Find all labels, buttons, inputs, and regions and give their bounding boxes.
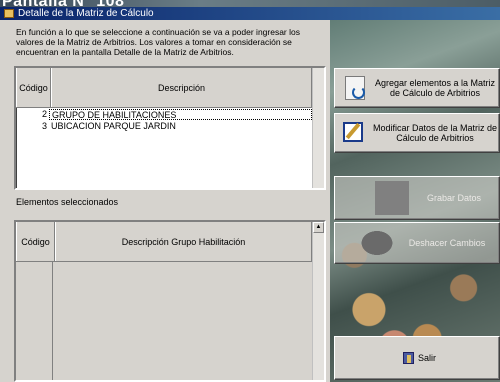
undo-changes-button[interactable]: Deshacer Cambios <box>334 222 500 264</box>
selected-elements-label: Elementos seleccionados <box>14 193 326 211</box>
window-titlebar: Detalle de la Matriz de Cálculo <box>0 7 500 20</box>
intro-text: En función a lo que se seleccione a cont… <box>14 26 319 58</box>
modify-data-button[interactable]: Modificar Datos de la Matriz de Cálculo … <box>334 113 500 153</box>
add-elements-button[interactable]: Agregar elementos a la Matriz de Cálculo… <box>334 68 500 108</box>
row-description: UBICACION PARQUE JARDIN <box>51 121 176 131</box>
app-icon <box>4 9 14 18</box>
vertical-scrollbar[interactable]: ▲ <box>312 222 324 380</box>
undo-icon <box>359 229 395 257</box>
vertical-scrollbar[interactable] <box>312 68 324 188</box>
scroll-up-icon[interactable]: ▲ <box>313 222 324 233</box>
row-code: 2 <box>41 109 47 119</box>
exit-door-icon <box>403 352 414 364</box>
exit-button[interactable]: Salir <box>334 336 500 380</box>
grid-header: Código Descripción Grupo Habilitación <box>16 222 312 262</box>
column-header-group-description[interactable]: Descripción Grupo Habilitación <box>55 222 312 261</box>
table-row[interactable]: 2 GRUPO DE HABILITACIONES <box>16 109 312 120</box>
column-header-code[interactable]: Código <box>16 222 55 261</box>
edit-pencil-icon <box>341 118 371 148</box>
selected-elements-grid[interactable]: Código Descripción Grupo Habilitación ▲ <box>14 220 326 382</box>
row-description: GRUPO DE HABILITACIONES <box>49 109 312 120</box>
save-data-button[interactable]: Grabar Datos <box>334 176 500 220</box>
column-header-code[interactable]: Código <box>16 68 51 107</box>
save-icon <box>375 181 409 215</box>
document-refresh-icon <box>341 73 371 103</box>
grid-body <box>16 262 312 380</box>
window-title: Detalle de la Matriz de Cálculo <box>18 8 154 19</box>
elements-grid[interactable]: Código Descripción 2 GRUPO DE HABILITACI… <box>14 66 326 190</box>
row-code: 3 <box>41 121 47 131</box>
grid-header: Código Descripción <box>16 68 312 108</box>
column-header-description[interactable]: Descripción <box>51 68 312 107</box>
table-row[interactable]: 3 UBICACION PARQUE JARDIN <box>16 121 312 132</box>
